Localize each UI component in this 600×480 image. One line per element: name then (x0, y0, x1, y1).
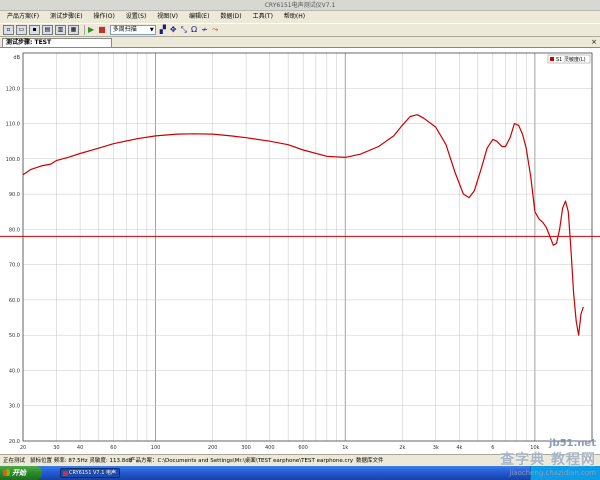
x-tick-label: 30 (53, 445, 59, 451)
new-icon[interactable]: ▫ (3, 25, 14, 35)
pan-tool-icon[interactable]: ⤡ (181, 25, 187, 35)
print-icon[interactable]: ▤ (42, 25, 53, 35)
app-icon (63, 471, 68, 476)
status-cursor-info: 鼠标位置 频率: 87.5Hz 灵敏度: 113.8dB (30, 458, 133, 464)
curve-tool-icon[interactable]: ≁ (201, 25, 208, 35)
y-tick-label: 80.0 (9, 227, 20, 233)
y-axis-label: dB (13, 55, 20, 61)
watermark-site: jb51.net (549, 438, 596, 449)
y-tick-label: 120.0 (6, 86, 20, 92)
start-label: 开始 (12, 469, 26, 477)
cursor-tool-icon[interactable]: ▞ (160, 25, 166, 35)
scan-mode-value: 多周扫描 (112, 26, 137, 33)
stop-icon[interactable]: ■ (98, 25, 106, 35)
zoom-tool-icon[interactable]: ✥ (170, 25, 177, 35)
status-file-label: 数据库文件 (356, 458, 384, 464)
marker-tool-icon[interactable]: Ω (191, 25, 197, 35)
windows-flag-icon (3, 469, 10, 476)
legend-swatch (550, 57, 554, 61)
frequency-response-chart[interactable]: 20.0 30.0 40.0 50.0 60.0 70.0 80.0 90.0 100.0 110… (0, 48, 600, 455)
menu-bar: 产品方案(F) 测试步骤(E) 操作(O) 设置(S) 视图(V) 编辑(E) … (0, 11, 600, 23)
x-tick-label: 40 (77, 445, 83, 451)
close-icon[interactable]: × (591, 38, 597, 47)
y-tick-label: 60.0 (9, 298, 20, 304)
x-tick-label: 3k (433, 445, 439, 451)
status-scheme-path: 产品方案：C:\Documents and Settings\Mr.\桌面\TE… (130, 458, 354, 464)
y-tick-label: 70.0 (9, 263, 20, 269)
chevron-down-icon: ▼ (149, 27, 154, 33)
x-tick-label: 1k (342, 445, 348, 451)
watermark: jb51.net 查字典 教程网 jiaocheng.chazidian.com (500, 438, 596, 477)
watermark-url: jiaocheng.chazidian.com (509, 469, 596, 477)
chart-legend: S1 灵敏度(L) (547, 54, 591, 64)
scan-mode-select[interactable]: 多周扫描 ▼ (109, 25, 156, 35)
taskbar-app-label: CRY6151 V7.1 电声 (69, 470, 116, 476)
y-tick-label: 50.0 (9, 333, 20, 339)
app-window: CRY6151电声测试仪V7.1 产品方案(F) 测试步骤(E) 操作(O) 设… (0, 0, 600, 480)
chart-axes: 20.0 30.0 40.0 50.0 60.0 70.0 80.0 90.0 100.0 110… (6, 52, 593, 451)
watermark-brand: 查字典 教程网 (500, 452, 596, 468)
legend-label: S1 灵敏度(L) (556, 56, 586, 63)
menu-view[interactable]: 视图(V) (157, 13, 178, 20)
y-tick-label: 100.0 (6, 157, 20, 163)
x-tick-label: 400 (265, 445, 275, 451)
y-tick-label: 90.0 (9, 192, 20, 198)
menu-operate[interactable]: 操作(O) (93, 13, 114, 20)
menu-help[interactable]: 帮助(H) (284, 13, 305, 20)
y-tick-label: 20.0 (9, 439, 20, 445)
x-tick-label: 4k (456, 445, 462, 451)
y-tick-label: 110.0 (6, 122, 20, 128)
y-tick-label: 30.0 (9, 404, 20, 410)
x-tick-label: 20 (20, 445, 26, 451)
chart-grid (22, 53, 593, 442)
x-tick-label: 200 (208, 445, 218, 451)
plot-area[interactable]: 20.0 30.0 40.0 50.0 60.0 70.0 80.0 90.0 100.0 110… (0, 47, 600, 454)
plot-border (22, 52, 593, 442)
x-tick-label: 600 (298, 445, 308, 451)
x-tick-label: 6 (491, 445, 494, 451)
start-button[interactable]: 开始 (0, 466, 42, 480)
toolbar-separator (84, 25, 85, 35)
menu-tools[interactable]: 工具(T) (253, 13, 273, 20)
export-icon[interactable]: ▦ (68, 25, 79, 35)
save-icon[interactable]: ▪ (29, 25, 40, 35)
trace-tool-icon[interactable]: ⤳ (212, 25, 218, 35)
menu-settings[interactable]: 设置(S) (126, 13, 147, 20)
x-tick-label: 2k (399, 445, 405, 451)
window-title: CRY6151电声测试仪V7.1 (264, 2, 336, 9)
y-tick-label: 40.0 (9, 368, 20, 374)
toolbar: ▫ ▭ ▪ ▤ ▥ ▦ ▶ ■ 多周扫描 ▼ ▞ ✥ ⤡ Ω ≁ ⤳ (0, 23, 600, 37)
document-tab[interactable]: 测试步骤: TEST earphone.cry(Active) (2, 38, 112, 54)
menu-edit[interactable]: 编辑(E) (189, 13, 209, 20)
menu-product-scheme[interactable]: 产品方案(F) (7, 13, 39, 20)
run-icon[interactable]: ▶ (88, 25, 94, 35)
title-bar: CRY6151电声测试仪V7.1 (0, 0, 600, 11)
taskbar-app-button[interactable]: CRY6151 V7.1 电声 (60, 468, 120, 478)
menu-data[interactable]: 数据(D) (220, 13, 241, 20)
report-icon[interactable]: ▥ (55, 25, 66, 35)
menu-test-steps[interactable]: 测试步骤(E) (50, 13, 82, 20)
x-tick-label: 100 (151, 445, 161, 451)
open-icon[interactable]: ▭ (16, 25, 27, 35)
status-state: 正在测试 (3, 458, 26, 464)
x-tick-label: 60 (110, 445, 116, 451)
x-tick-label: 300 (241, 445, 251, 451)
